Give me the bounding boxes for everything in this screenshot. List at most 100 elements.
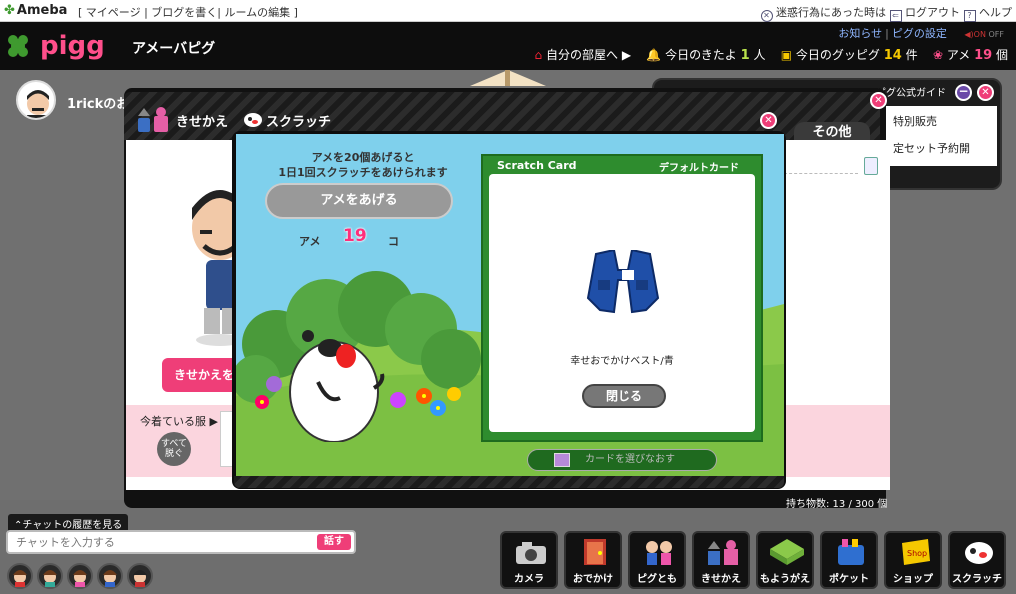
room-icon [770, 539, 804, 565]
friend-avatar[interactable] [97, 563, 123, 589]
item-count: 持ち物数: 13 / 300 個 [786, 499, 888, 510]
ameba-logo-text: Ameba [16, 3, 68, 18]
menu-pocket-label: ポケット [829, 574, 869, 585]
card-deck-icon [554, 453, 570, 467]
card-close-button[interactable]: 閉じる [582, 384, 666, 408]
scratch-card-type: デフォルトカード [659, 163, 739, 174]
friend-avatar[interactable] [127, 563, 153, 589]
panda-mascot [255, 330, 461, 442]
help-link[interactable]: ヘルプ [979, 6, 1012, 19]
scratch-ame-count: 19 [343, 226, 367, 246]
menu-pocket-button[interactable]: ポケット [820, 531, 878, 589]
friends-icon [646, 541, 672, 565]
choose-card-button[interactable]: カードを選びなおす [527, 449, 717, 471]
give-ame-button[interactable]: アメをあげる [265, 183, 453, 219]
ame-count: 19 [974, 48, 993, 63]
news-link[interactable]: お知らせ [838, 27, 882, 40]
ameba-top-bar: ✤ Ameba [ マイページ | ブログを書く| ルームの編集 ] ✕ 迷惑行為… [0, 0, 1016, 22]
good-label: 今日のグッピグ [795, 48, 880, 62]
guide-item-special-sale[interactable]: 特別販売 [893, 113, 937, 129]
menu-camera-button[interactable]: カメラ [500, 531, 558, 589]
house-icon: ⌂ [534, 48, 543, 62]
svg-text:pigg: pigg [40, 31, 105, 61]
menu-outing-button[interactable]: おでかけ [564, 531, 622, 589]
door-icon [584, 539, 606, 565]
header-links: お知らせ | ピグの設定 ◀)ON OFF [838, 27, 1004, 40]
visitors-count: 1 [740, 48, 750, 63]
good-icon: ▣ [780, 48, 793, 62]
scratch-window-footer [234, 476, 784, 488]
menu-kisekae-label: きせかえ [701, 574, 741, 585]
ameba-nav-links[interactable]: [ マイページ | ブログを書く| ルームの編集 ] [78, 4, 298, 20]
take-off-all-button[interactable]: すべて脱ぐ [157, 432, 191, 466]
scratch-ame-label: アメ [299, 235, 321, 248]
header-stats: ⌂ 自分の部屋へ ▶ 🔔 今日のきたよ 1 人 ▣ 今日のグッピグ 14 件 ❀… [534, 48, 1008, 63]
menu-remodel-label: もようがえ [760, 574, 810, 585]
pigg-settings-link[interactable]: ピグの設定 [892, 27, 947, 40]
logout-icon: ⇐ [889, 10, 902, 22]
pigg-subtitle: アメーバピグ [132, 41, 216, 57]
menu-camera-label: カメラ [514, 574, 544, 585]
bell-icon: 🔔 [646, 48, 662, 62]
pigg-logo[interactable]: pigg [6, 30, 126, 62]
kisekae-title: きせかえ [176, 115, 229, 130]
my-room-link[interactable]: 自分の部屋へ [546, 48, 618, 62]
scratch-close-button[interactable]: ✕ [760, 112, 777, 129]
menu-shop-button[interactable]: Shop ショップ [884, 531, 942, 589]
report-link[interactable]: 迷惑行為にあった時は [776, 6, 886, 19]
recycle-icon[interactable] [864, 157, 878, 175]
talk-button[interactable]: 話す [317, 534, 351, 550]
pigg-header: pigg アメーバピグ お知らせ | ピグの設定 ◀)ON OFF ⌂ 自分の部屋へ… [0, 22, 1016, 70]
scratch-card-title: Scratch Card [497, 159, 577, 172]
ame-unit: 個 [995, 48, 1008, 62]
ame-label: アメ [946, 48, 971, 62]
user-name: 1rickのお [67, 97, 130, 112]
menu-scratch-label: スクラッチ [952, 574, 1002, 585]
chat-input[interactable] [6, 530, 356, 554]
vest-item-icon [586, 250, 660, 314]
kisekae-close-button[interactable]: ✕ [870, 92, 887, 109]
ameba-right-links: ✕ 迷惑行為にあった時は ⇐ ログアウト ? ヘルプ [760, 4, 1012, 22]
menu-scratch-button[interactable]: スクラッチ [948, 531, 1006, 589]
choose-card-label: カードを選びなおす [585, 454, 675, 465]
item-list-row [784, 158, 858, 174]
instruction-line-2: 1日1回スクラッチをあけられます [278, 166, 448, 179]
friend-avatar[interactable] [67, 563, 93, 589]
friend-avatar[interactable] [7, 563, 33, 589]
visitors-unit: 人 [753, 48, 766, 62]
menu-friends-button[interactable]: ピグとも [628, 531, 686, 589]
report-icon: ✕ [760, 10, 773, 22]
clothes-icon [708, 540, 738, 565]
avatar[interactable] [16, 80, 56, 120]
guide-item-set-reserve[interactable]: 定セット予約開 [893, 140, 970, 156]
scratch-title-icon [244, 113, 262, 127]
menu-shop-label: ショップ [893, 574, 933, 585]
menu-kisekae-button[interactable]: きせかえ [692, 531, 750, 589]
panda-icon [965, 542, 993, 564]
help-icon: ? [963, 10, 976, 22]
logout-link[interactable]: ログアウト [905, 6, 960, 19]
good-unit: 件 [905, 48, 918, 62]
scratch-window-title: スクラッチ [266, 115, 332, 130]
menu-remodel-button[interactable]: もようがえ [756, 531, 814, 589]
visitors-label: 今日のきたよ [665, 48, 737, 62]
instruction-line-1: アメを20個あげると [311, 151, 415, 164]
scratch-ame-unit: コ [388, 235, 399, 248]
pocket-icon [838, 539, 864, 565]
kisekae-icon [138, 107, 168, 132]
scratch-item-name: 幸せおでかけベスト/青 [570, 356, 674, 367]
menu-friends-label: ピグとも [637, 574, 677, 585]
ameba-leaf-icon: ✤ [4, 3, 15, 18]
sound-toggle[interactable]: ◀)ON OFF [964, 30, 1004, 39]
menu-outing-label: おでかけ [573, 574, 613, 585]
guide-close-button[interactable]: ✕ [977, 84, 994, 101]
candy-icon: ❀ [932, 48, 943, 62]
shop-sign-icon: Shop [902, 539, 930, 565]
wearing-label: 今着ている服 ▶ [140, 415, 218, 428]
scratch-instruction: アメを20個あげると 1日1回スクラッチをあけられます [258, 150, 468, 180]
good-count: 14 [883, 48, 902, 63]
ameba-logo[interactable]: ✤ Ameba [4, 3, 67, 18]
minimize-button[interactable]: − [955, 84, 972, 101]
friend-avatar[interactable] [37, 563, 63, 589]
svg-text:Shop: Shop [907, 549, 927, 558]
